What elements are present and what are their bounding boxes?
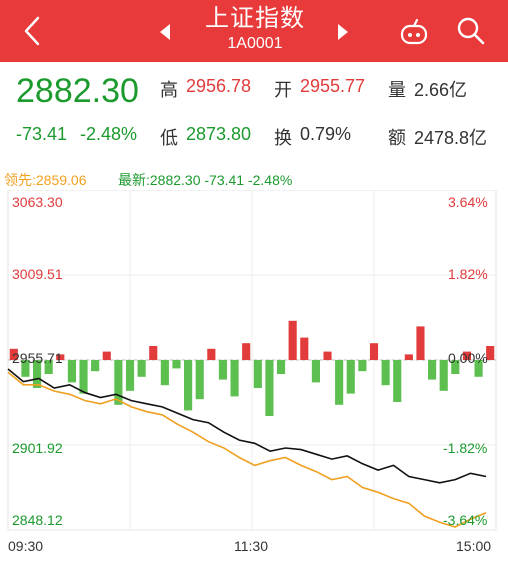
volume-value: 2.66亿 [414, 80, 468, 100]
volume-bar [79, 360, 88, 394]
y-left-tick-2: 2955.71 [12, 350, 63, 366]
open-value: 2955.77 [300, 76, 366, 96]
volume-bar [381, 360, 390, 386]
amount-label: 额 [388, 128, 406, 148]
volume-bar [230, 360, 239, 397]
robot-icon[interactable] [398, 18, 430, 46]
search-icon[interactable] [456, 16, 486, 46]
price-change: -73.41 [16, 124, 68, 144]
volume-bar [67, 360, 76, 383]
index-title-block: 上证指数 1A0001 [150, 4, 360, 60]
quote-panel: 2882.30 -73.41 -2.48% 高 2956.78 开 2955.7… [0, 62, 508, 162]
volume-bar [160, 360, 169, 386]
volume-bar [428, 360, 437, 380]
volume-bar [288, 320, 297, 360]
volume-bar [311, 360, 320, 383]
back-chevron-icon[interactable] [18, 14, 48, 48]
volume-bar [323, 351, 332, 360]
volume-bar [404, 354, 413, 360]
volume-bar [149, 346, 158, 360]
y-left-tick-0: 3063.30 [12, 194, 63, 210]
high-label: 高 [160, 80, 178, 100]
low-value: 2873.80 [186, 124, 252, 144]
legend-latest: 最新:2882.30 -73.41 -2.48% [118, 172, 293, 188]
volume-bar [195, 360, 204, 400]
volume-bar [369, 343, 379, 360]
y-left-tick-3: 2901.92 [12, 440, 63, 456]
turnover-value: 0.79% [300, 124, 352, 144]
low-label: 低 [160, 128, 178, 148]
series-line-lead [7, 371, 487, 528]
volume-bar [335, 360, 344, 405]
y-right-tick-4: -3.64% [443, 512, 488, 528]
volume-label: 量 [388, 80, 406, 100]
volume-bar [300, 337, 309, 360]
price-change-pct: -2.48% [80, 124, 138, 144]
volume-bar [276, 360, 286, 374]
volume-bar [358, 360, 367, 372]
y-left-tick-4: 2848.12 [12, 512, 63, 528]
volume-bar [242, 343, 251, 360]
open-label: 开 [274, 80, 292, 100]
volume-bar [91, 360, 100, 372]
turnover-label: 换 [274, 128, 292, 148]
volume-bar [172, 360, 181, 369]
y-right-tick-1: 1.82% [448, 266, 488, 282]
volume-bar [102, 351, 111, 360]
volume-bar [346, 360, 355, 394]
index-title: 上证指数 [205, 5, 305, 32]
y-left-tick-1: 3009.51 [12, 266, 63, 282]
y-right-tick-3: -1.82% [443, 440, 488, 456]
volume-bar [393, 360, 402, 402]
chart-legend: 领先:2859.06 最新:2882.30 -73.41 -2.48% [0, 166, 508, 190]
current-price: 2882.30 [16, 72, 139, 110]
high-value: 2956.78 [186, 76, 252, 96]
next-index-triangle-icon[interactable] [334, 22, 352, 42]
volume-bar [207, 348, 216, 360]
index-code: 1A0001 [227, 35, 283, 52]
volume-bar [253, 360, 262, 388]
top-bar: 上证指数 1A0001 [0, 0, 508, 62]
intraday-chart-svg [7, 189, 497, 531]
volume-bar [184, 360, 193, 411]
volume-bar [125, 360, 135, 391]
volume-bar [265, 360, 274, 416]
x-tick-close: 15:00 [456, 538, 492, 554]
legend-lead: 领先:2859.06 [4, 172, 87, 188]
volume-bar [439, 360, 448, 391]
volume-bar [137, 360, 146, 377]
x-tick-open: 09:30 [8, 538, 44, 554]
x-tick-midday: 11:30 [234, 538, 268, 554]
y-right-tick-0: 3.64% [448, 194, 488, 210]
volume-bar [416, 326, 425, 360]
intraday-chart[interactable]: 3063.30 3009.51 2955.71 2901.92 2848.12 … [0, 189, 508, 560]
volume-bar [114, 360, 123, 405]
y-right-tick-2: 0.00% [448, 350, 488, 366]
volume-bar [218, 360, 228, 380]
amount-value: 2478.8亿 [414, 128, 488, 148]
